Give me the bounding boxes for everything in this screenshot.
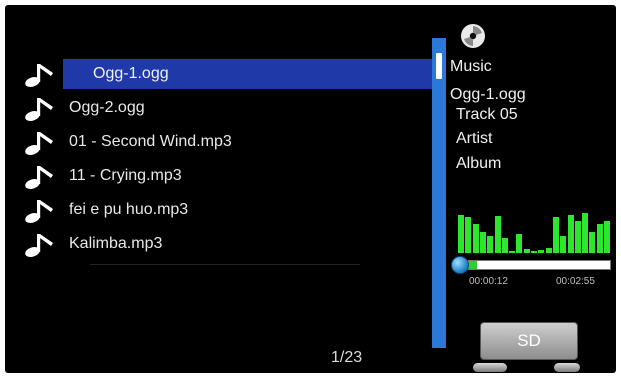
spectrum-bar: [567, 215, 574, 253]
list-item[interactable]: 01 - Second Wind.mp3: [23, 127, 435, 157]
list-item[interactable]: Ogg-1.ogg: [23, 59, 435, 89]
spectrum-bar: [458, 215, 464, 253]
spectrum-visualizer: [458, 211, 616, 253]
list-item[interactable]: fei e pu huo.mp3: [23, 195, 435, 225]
spectrum-bar: [604, 221, 610, 253]
spectrum-bar: [509, 251, 516, 253]
spectrum-bar: [574, 221, 581, 253]
spectrum-bar: [531, 251, 537, 253]
file-name: Kalimba.mp3: [69, 235, 163, 252]
spectrum-bar: [516, 234, 523, 253]
file-name: Ogg-1.ogg: [93, 65, 169, 82]
spectrum-bar: [487, 236, 494, 253]
media-player-screen: Ogg-1.ogg Ogg-2.ogg 01 - Second Wind.mp3…: [5, 5, 616, 373]
spectrum-bar: [596, 224, 603, 253]
progress-bar[interactable]: [466, 260, 611, 270]
file-name: 01 - Second Wind.mp3: [69, 133, 232, 150]
spectrum-bar: [494, 216, 501, 253]
scrollbar-thumb[interactable]: [436, 53, 442, 79]
current-file-name: Ogg-1.ogg: [450, 86, 526, 103]
spectrum-bar: [523, 249, 530, 253]
track-number: Track 05: [456, 106, 518, 123]
music-note-icon: [23, 64, 53, 89]
spectrum-bar: [479, 232, 486, 253]
music-note-icon: [23, 98, 53, 123]
album-name: Album: [456, 155, 502, 172]
media-category: Music: [450, 58, 492, 75]
spectrum-bar: [589, 232, 596, 253]
spectrum-bar: [472, 224, 479, 253]
music-note-icon: [23, 200, 53, 225]
spectrum-bar: [545, 248, 552, 253]
divider: [90, 264, 360, 265]
spectrum-bar: [560, 236, 567, 253]
pill-button[interactable]: [554, 363, 580, 372]
sd-button[interactable]: SD: [480, 322, 578, 360]
music-note-icon: [23, 166, 53, 191]
spectrum-bar: [538, 250, 545, 253]
music-note-icon: [23, 234, 53, 259]
spectrum-bar: [465, 217, 472, 253]
elapsed-time: 00:00:12: [469, 276, 508, 287]
music-disc-icon: [461, 24, 485, 48]
spectrum-bar: [501, 238, 508, 253]
file-name: fei e pu huo.mp3: [69, 201, 189, 218]
list-item[interactable]: Kalimba.mp3: [23, 229, 435, 259]
file-name: 11 - Crying.mp3: [69, 167, 182, 184]
spectrum-bar: [552, 217, 559, 253]
page-counter: 1/23: [331, 349, 363, 366]
pill-button[interactable]: [473, 363, 507, 372]
list-item[interactable]: Ogg-2.ogg: [23, 93, 435, 123]
progress-knob[interactable]: [451, 256, 469, 274]
artist-name: Artist: [456, 130, 493, 147]
file-name: Ogg-2.ogg: [69, 99, 145, 116]
spectrum-bar: [582, 213, 589, 253]
scrollbar[interactable]: [432, 38, 446, 348]
total-time: 00:02:55: [556, 276, 595, 287]
list-item[interactable]: 11 - Crying.mp3: [23, 161, 435, 191]
music-note-icon: [23, 132, 53, 157]
